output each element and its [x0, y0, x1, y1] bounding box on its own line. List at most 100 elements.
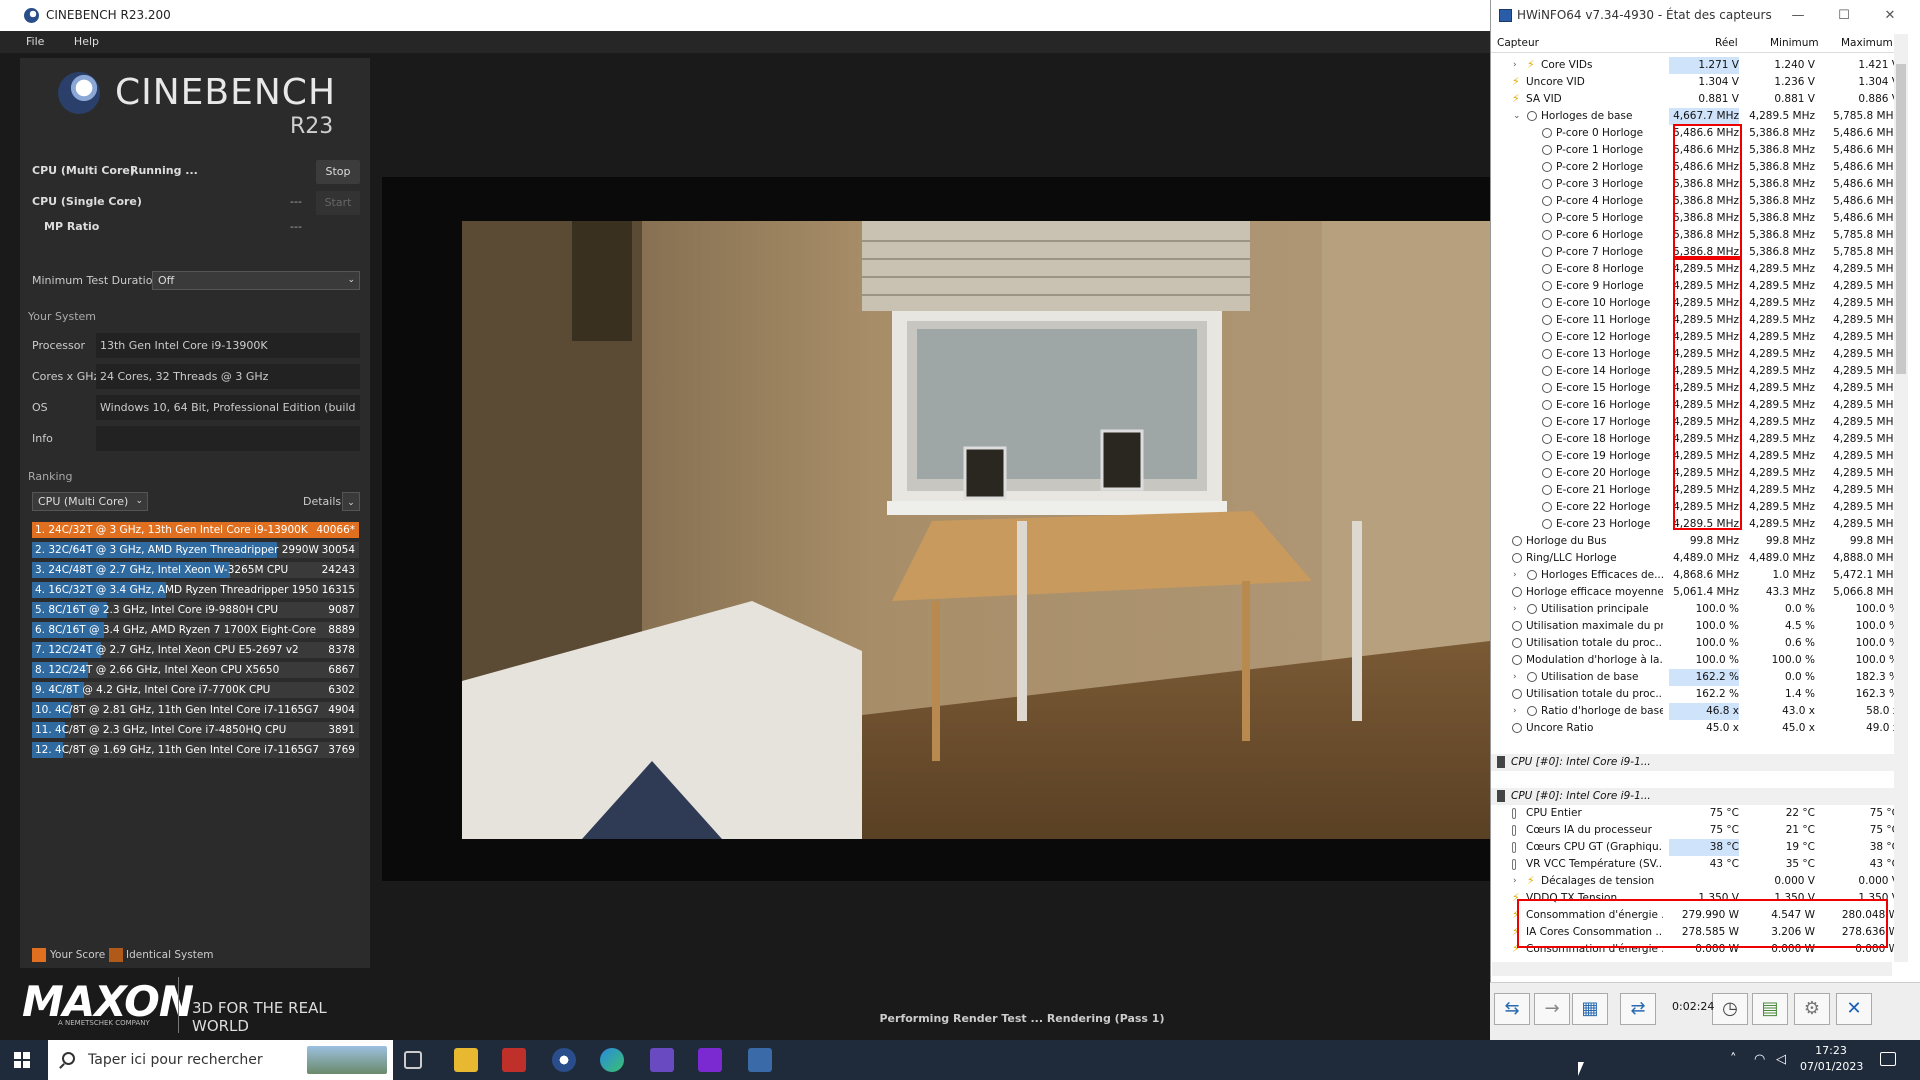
- volume-icon[interactable]: ◁: [1776, 1052, 1786, 1067]
- ranking-row[interactable]: 7. 12C/24T @ 2.7 GHz, Intel Xeon CPU E5-…: [32, 642, 359, 658]
- menu-help[interactable]: Help: [74, 35, 99, 48]
- edge-browser-icon[interactable]: [600, 1048, 624, 1072]
- cinebench-logo-text: CINEBENCH: [115, 72, 337, 113]
- sensor-row[interactable]: Modulation d'horloge à la... 100.0 % 100.0…: [1491, 652, 1905, 669]
- chevron-down-icon: ⌄: [347, 275, 355, 285]
- clock-sensor-icon: [1512, 723, 1522, 733]
- sensor-name: E-core 18 Horloge: [1556, 433, 1651, 445]
- ranking-row[interactable]: 10. 4C/8T @ 2.81 GHz, 11th Gen Intel Cor…: [32, 702, 359, 718]
- ranking-row[interactable]: 1. 24C/32T @ 3 GHz, 13th Gen Intel Core …: [32, 522, 359, 538]
- sensor-row[interactable]: Uncore Ratio 45.0 x 45.0 x 49.0 x: [1491, 720, 1905, 737]
- col-minimum[interactable]: Minimum: [1770, 37, 1819, 49]
- sensor-row[interactable]: Horloge du Bus 99.8 MHz 99.8 MHz 99.8 MHz: [1491, 533, 1905, 550]
- ranking-row[interactable]: 12. 4C/8T @ 1.69 GHz, 11th Gen Intel Cor…: [32, 742, 359, 758]
- ranking-score: 40066*: [316, 524, 355, 536]
- sensor-row[interactable]: › ⚡ Décalages de tension 0.000 V 0.000 V: [1491, 873, 1905, 890]
- taskbar-search-box[interactable]: Taper ici pour rechercher: [48, 1040, 393, 1080]
- sensor-row[interactable]: ⌄ Horloges de base 4,667.7 MHz 4,289.5 MHz 5…: [1491, 108, 1905, 125]
- file-explorer-icon[interactable]: [454, 1048, 478, 1072]
- close-x-icon[interactable]: ✕: [1836, 993, 1872, 1025]
- ranking-row[interactable]: 2. 32C/64T @ 3 GHz, AMD Ryzen Threadripp…: [32, 542, 359, 558]
- task-view-icon[interactable]: [404, 1051, 422, 1069]
- expand-arrow-icon[interactable]: ›: [1513, 57, 1517, 74]
- expand-arrow-icon[interactable]: ›: [1513, 873, 1517, 890]
- ranking-row[interactable]: 11. 4C/8T @ 2.3 GHz, Intel Core i7-4850H…: [32, 722, 359, 738]
- collapse-arrow-icon[interactable]: ⌄: [1513, 108, 1521, 125]
- col-sensor[interactable]: Capteur: [1497, 37, 1539, 49]
- sensor-row[interactable]: › Horloges Efficaces de... 4,868.6 MHz 1.0 …: [1491, 567, 1905, 584]
- identical-system-swatch: [109, 948, 123, 962]
- tray-chevron-icon[interactable]: ˄: [1730, 1052, 1737, 1067]
- col-current[interactable]: Réel: [1715, 37, 1738, 49]
- thermometer-icon: [1512, 842, 1516, 853]
- clock-icon[interactable]: ◷: [1712, 993, 1748, 1025]
- clock-sensor-icon: [1542, 128, 1552, 138]
- expand-arrow-icon[interactable]: ›: [1513, 669, 1517, 686]
- ranking-row[interactable]: 6. 8C/16T @ 3.4 GHz, AMD Ryzen 7 1700X E…: [32, 622, 359, 638]
- hwinfo-title-bar[interactable]: HWiNFO64 v7.34-4930 - État des capteurs …: [1491, 0, 1920, 31]
- sensor-group-row[interactable]: ›CPU [#0]: Intel Core i9-1...: [1491, 754, 1905, 771]
- log-add-icon[interactable]: ▤: [1752, 993, 1788, 1025]
- ranking-row[interactable]: 8. 12C/24T @ 2.66 GHz, Intel Xeon CPU X5…: [32, 662, 359, 678]
- expand-arrow-icon[interactable]: ›: [1513, 601, 1517, 618]
- hwinfo-taskbar-icon[interactable]: [748, 1048, 772, 1072]
- ranking-row[interactable]: 3. 24C/48T @ 2.7 GHz, Intel Xeon W-3265M…: [32, 562, 359, 578]
- sensor-row[interactable]: Ring/LLC Horloge 4,489.0 MHz 4,489.0 MHz 4,…: [1491, 550, 1905, 567]
- sensor-minimum: 4,289.5 MHz: [1749, 484, 1815, 496]
- sensor-maximum: 5,785.8 MHz: [1833, 110, 1899, 122]
- network-icon[interactable]: ▦: [1572, 993, 1608, 1025]
- taskbar-clock[interactable]: 17:23 07/01/2023: [1800, 1043, 1863, 1075]
- sensor-row[interactable]: › ⚡ Core VIDs 1.271 V 1.240 V 1.421 V: [1491, 57, 1905, 74]
- expand-arrow-icon[interactable]: ›: [1513, 567, 1517, 584]
- nzxt-cam-icon[interactable]: [698, 1048, 722, 1072]
- sync-icon[interactable]: ⇄: [1620, 993, 1656, 1025]
- sensor-row[interactable]: Cœurs IA du processeur 75 °C 21 °C 75 °C: [1491, 822, 1905, 839]
- intel-xtu-icon[interactable]: [650, 1048, 674, 1072]
- minimize-button[interactable]: —: [1775, 0, 1821, 31]
- expand-arrow-icon[interactable]: ›: [1513, 703, 1517, 720]
- sensor-row[interactable]: Utilisation maximale du pr... 100.0 % 4.5 …: [1491, 618, 1905, 635]
- info-field[interactable]: [96, 426, 360, 451]
- nav-arrows-icon[interactable]: ⇆: [1494, 993, 1530, 1025]
- ranking-row[interactable]: 5. 8C/16T @ 2.3 GHz, Intel Core i9-9880H…: [32, 602, 359, 618]
- cinebench-title-bar[interactable]: CINEBENCH R23.200: [0, 0, 1490, 31]
- sensor-row[interactable]: › Utilisation de base 162.2 % 0.0 % 182.3 %: [1491, 669, 1905, 686]
- sensor-row[interactable]: › Utilisation principale 100.0 % 0.0 % 100.0…: [1491, 601, 1905, 618]
- maximize-button[interactable]: ☐: [1821, 0, 1867, 31]
- forward-icon[interactable]: →: [1534, 993, 1570, 1025]
- scrollbar-thumb[interactable]: [1896, 64, 1906, 374]
- settings-gear-icon[interactable]: ⚙: [1794, 993, 1830, 1025]
- cpu-z-icon[interactable]: [502, 1048, 526, 1072]
- network-tray-icon[interactable]: ◠: [1754, 1052, 1765, 1067]
- sensor-group-row[interactable]: ⌄CPU [#0]: Intel Core i9-1...: [1491, 788, 1905, 805]
- notification-icon[interactable]: [1880, 1052, 1896, 1066]
- sensor-name: E-core 8 Horloge: [1556, 263, 1644, 275]
- sensor-row[interactable]: Horloge efficace moyenne 5,061.4 MHz 43.3 …: [1491, 584, 1905, 601]
- ranking-label: 2. 32C/64T @ 3 GHz, AMD Ryzen Threadripp…: [35, 544, 319, 556]
- sensor-name: P-core 2 Horloge: [1556, 161, 1644, 173]
- min-duration-select[interactable]: Off ⌄: [152, 271, 360, 290]
- details-toggle[interactable]: ⌄: [342, 492, 360, 511]
- start-button[interactable]: Start: [316, 191, 360, 215]
- sensor-vertical-scrollbar[interactable]: [1894, 34, 1908, 962]
- sensor-row[interactable]: Utilisation totale du proc... 100.0 % 0.6 …: [1491, 635, 1905, 652]
- sensor-row[interactable]: › Ratio d'horloge de base 46.8 x 43.0 x 58.0…: [1491, 703, 1905, 720]
- sensor-horizontal-scrollbar[interactable]: [1492, 962, 1892, 976]
- sensor-table-header: Capteur Réel Minimum Maximum: [1491, 35, 1905, 53]
- col-maximum[interactable]: Maximum: [1841, 37, 1893, 49]
- windows-start-icon[interactable]: [14, 1052, 30, 1068]
- sensor-row[interactable]: CPU Entier 75 °C 22 °C 75 °C: [1491, 805, 1905, 822]
- ranking-row[interactable]: 9. 4C/8T @ 4.2 GHz, Intel Core i7-7700K …: [32, 682, 359, 698]
- sensor-row[interactable]: ⚡ Uncore VID 1.304 V 1.236 V 1.304 V: [1491, 74, 1905, 91]
- sensor-minimum: 4,289.5 MHz: [1749, 382, 1815, 394]
- close-button[interactable]: ✕: [1867, 0, 1913, 31]
- sensor-row[interactable]: ⚡ SA VID 0.881 V 0.881 V 0.886 V: [1491, 91, 1905, 108]
- ranking-select[interactable]: CPU (Multi Core) ⌄: [32, 492, 148, 511]
- ranking-row[interactable]: 4. 16C/32T @ 3.4 GHz, AMD Ryzen Threadri…: [32, 582, 359, 598]
- stop-button[interactable]: Stop: [316, 160, 360, 184]
- sensor-row[interactable]: Utilisation totale du proc... 162.2 % 1.4 …: [1491, 686, 1905, 703]
- sensor-row[interactable]: VR VCC Température (SV... 43 °C 35 °C 43 °C: [1491, 856, 1905, 873]
- sensor-row[interactable]: Cœurs CPU GT (Graphiqu... 38 °C 19 °C 38 °C: [1491, 839, 1905, 856]
- cinebench-taskbar-icon[interactable]: [552, 1048, 576, 1072]
- menu-file[interactable]: File: [26, 35, 44, 48]
